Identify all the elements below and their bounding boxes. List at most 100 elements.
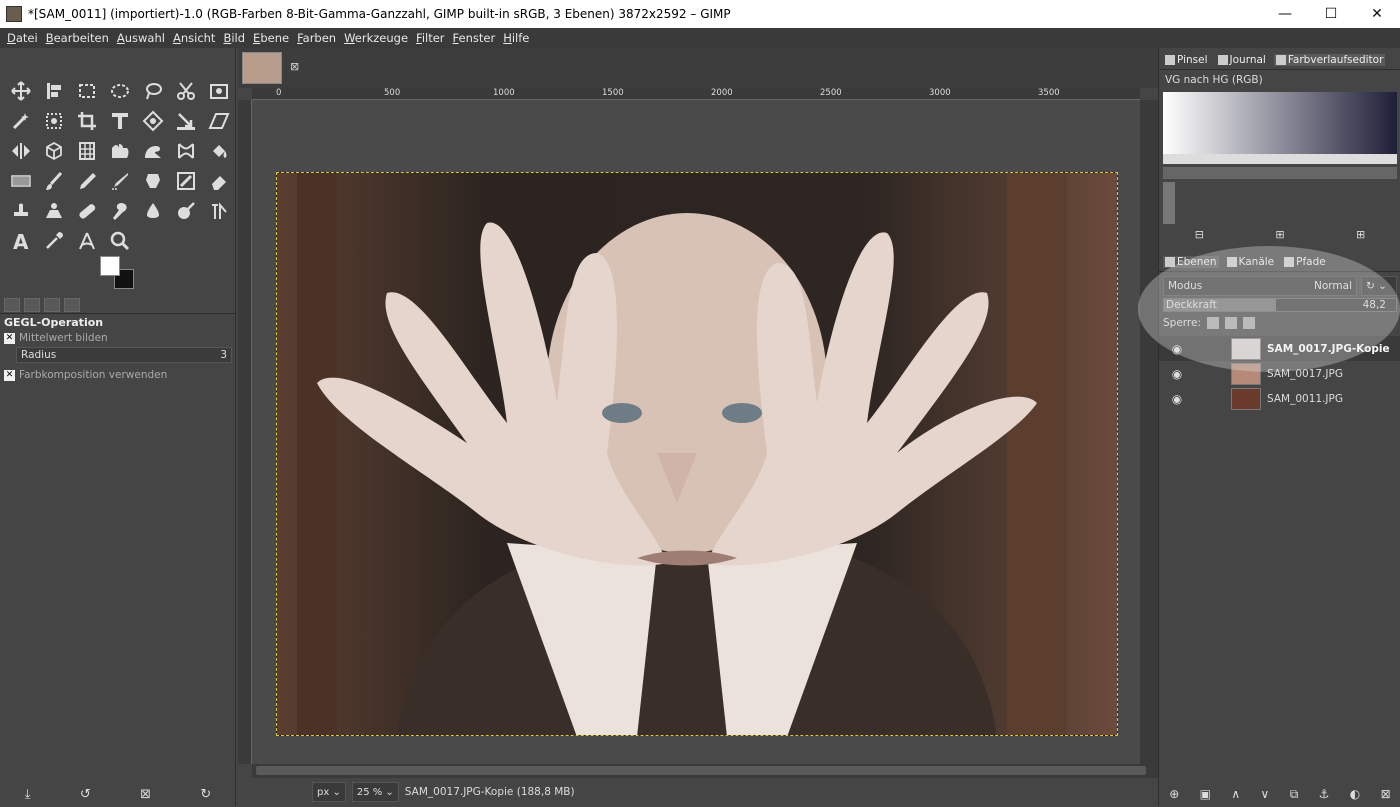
undo-history-tab[interactable] (44, 297, 60, 312)
eyedropper-icon[interactable] (37, 226, 70, 256)
zoom-out-icon[interactable]: ⊟ (1195, 228, 1204, 244)
tab-pinsel[interactable]: Pinsel (1163, 54, 1210, 66)
radius-spinner[interactable]: Radius 3 (16, 347, 232, 363)
menu-auswahl[interactable]: Auswahl (117, 31, 165, 45)
scroll-thumb[interactable] (256, 766, 1146, 775)
gradient-stops[interactable] (1163, 154, 1397, 164)
ink-icon[interactable] (136, 166, 169, 196)
reset-icon[interactable]: ↻ (200, 787, 211, 802)
ellipse-select-icon[interactable] (103, 76, 136, 106)
tab-ebenen[interactable]: Ebenen (1163, 255, 1219, 268)
zoom-all-icon[interactable]: ⊞ (1356, 228, 1365, 244)
menu-filter[interactable]: Filter (416, 31, 444, 45)
close-button[interactable]: ✕ (1354, 0, 1400, 28)
select-by-color-icon[interactable] (37, 106, 70, 136)
delete-layer-icon[interactable]: ⊠ (1381, 787, 1391, 801)
gradient-preview[interactable] (1163, 92, 1397, 154)
layer-row[interactable]: ◉ SAM_0011.JPG (1159, 386, 1400, 411)
opacity-slider[interactable]: Deckkraft 48,2 (1163, 298, 1397, 312)
smudge-icon[interactable] (103, 196, 136, 226)
heal-icon[interactable] (70, 196, 103, 226)
mode-switch-button[interactable]: ↻ ⌄ (1361, 276, 1397, 296)
zoom-select[interactable]: 25 % ⌄ (351, 782, 399, 802)
scissors-icon[interactable] (169, 76, 202, 106)
mask-icon[interactable]: ◐ (1350, 787, 1360, 801)
menu-hilfe[interactable]: Hilfe (503, 31, 529, 45)
vertical-scrollbar[interactable] (1140, 100, 1158, 764)
blur-drop-icon[interactable] (136, 196, 169, 226)
lock-alpha-icon[interactable] (1243, 317, 1256, 329)
duplicate-layer-icon[interactable]: ⧉ (1290, 787, 1299, 802)
zoom-in-icon[interactable]: ⊞ (1275, 228, 1284, 244)
fuzzy-select-icon[interactable] (4, 106, 37, 136)
unified-transform-icon[interactable] (103, 106, 136, 136)
measure-icon[interactable] (70, 226, 103, 256)
perspective-icon[interactable] (202, 106, 235, 136)
foreground-color[interactable] (100, 256, 120, 276)
lower-layer-icon[interactable]: ∨ (1261, 787, 1270, 801)
tab-pfade[interactable]: Pfade (1282, 256, 1328, 268)
farbkomposition-option[interactable]: ✕ Farbkomposition verwenden (4, 369, 167, 381)
eye-icon[interactable]: ◉ (1167, 342, 1187, 356)
horizontal-scrollbar[interactable] (252, 764, 1158, 778)
3d-transform-icon[interactable] (37, 136, 70, 166)
layer-row[interactable]: ◉ SAM_0017.JPG (1159, 361, 1400, 386)
path-tool-icon[interactable] (169, 136, 202, 166)
lock-position-icon[interactable] (1225, 317, 1238, 329)
bucket-fill-icon[interactable] (202, 136, 235, 166)
image-canvas[interactable] (252, 100, 1140, 764)
dodge-burn-icon[interactable] (169, 196, 202, 226)
warp-icon[interactable] (103, 136, 136, 166)
flip-icon[interactable] (4, 136, 37, 166)
checkbox-icon[interactable]: ✕ (4, 369, 15, 381)
rect-select-icon[interactable] (70, 76, 103, 106)
text-tool-icon[interactable]: A (4, 226, 37, 256)
handle-transform-icon[interactable] (169, 106, 202, 136)
device-status-tab[interactable] (24, 297, 40, 312)
new-group-icon[interactable]: ▣ (1200, 787, 1211, 801)
mode-select[interactable]: Modus Normal (1163, 276, 1357, 296)
restore-preset-icon[interactable]: ↺ (80, 787, 91, 802)
tab-kanaele[interactable]: Kanäle (1225, 256, 1277, 268)
gradient-range-bar[interactable] (1163, 167, 1397, 179)
clone-icon[interactable] (4, 196, 37, 226)
close-image-icon[interactable]: ⊠ (290, 60, 299, 73)
pencil-icon[interactable] (70, 166, 103, 196)
eye-icon[interactable]: ◉ (1167, 392, 1187, 406)
menu-bearbeiten[interactable]: Bearbeiten (46, 31, 109, 45)
images-tab[interactable] (64, 297, 80, 312)
mypaint-brush-icon[interactable] (169, 166, 202, 196)
zoom-icon[interactable] (103, 226, 136, 256)
minimize-button[interactable]: — (1262, 0, 1308, 28)
lasso-icon[interactable] (136, 76, 169, 106)
cage-transform-icon[interactable] (70, 136, 103, 166)
tab-journal[interactable]: Journal (1216, 54, 1268, 66)
menu-bild[interactable]: Bild (223, 31, 245, 45)
airbrush-icon[interactable] (103, 166, 136, 196)
tab-farbverlaufseditor[interactable]: Farbverlaufseditor (1273, 53, 1386, 66)
tool-options-tab[interactable] (4, 297, 20, 312)
mittelwert-option[interactable]: ✕ Mittelwert bilden (4, 332, 108, 344)
warp-transform-icon[interactable] (136, 106, 169, 136)
layer-photo[interactable] (276, 172, 1118, 736)
checkbox-icon[interactable]: ✕ (4, 332, 15, 344)
eraser-icon[interactable] (202, 166, 235, 196)
move-tool-icon[interactable] (4, 76, 37, 106)
menu-werkzeuge[interactable]: Werkzeuge (344, 31, 408, 45)
smudge-wave-icon[interactable] (136, 136, 169, 166)
menu-fenster[interactable]: Fenster (453, 31, 496, 45)
menu-datei[interactable]: Datei (7, 31, 38, 45)
crop-icon[interactable] (70, 106, 103, 136)
anchor-layer-icon[interactable]: ⚓ (1319, 787, 1330, 801)
paintbrush-icon[interactable] (37, 166, 70, 196)
lock-pixels-icon[interactable] (1207, 317, 1220, 329)
layer-row[interactable]: ◉ SAM_0017.JPG-Kopie (1159, 336, 1400, 361)
maximize-button[interactable]: ☐ (1308, 0, 1354, 28)
raise-layer-icon[interactable]: ∧ (1231, 787, 1240, 801)
menu-ebene[interactable]: Ebene (253, 31, 289, 45)
color-swatches[interactable] (100, 256, 136, 290)
eye-icon[interactable]: ◉ (1167, 367, 1187, 381)
color-picker-icon[interactable] (202, 196, 235, 226)
perspective-clone-icon[interactable] (37, 196, 70, 226)
delete-preset-icon[interactable]: ⊠ (140, 787, 151, 802)
